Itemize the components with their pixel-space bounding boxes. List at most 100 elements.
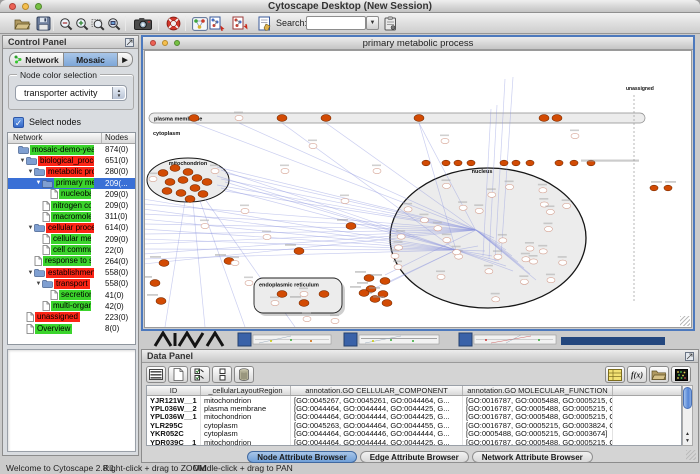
node-count: 223(0) xyxy=(105,313,128,322)
control-panel-tabs: Network Mosaic ▶ xyxy=(9,52,133,67)
tab-overflow-arrow[interactable]: ▶ xyxy=(118,52,133,67)
data-panel-title: Data Panel xyxy=(147,351,193,361)
zoom-selected-button[interactable] xyxy=(104,15,123,32)
tree-column-network[interactable]: Network xyxy=(13,133,42,142)
tree-row[interactable]: ▼biological_process651(0) xyxy=(8,155,135,166)
network-tree-header[interactable]: Network Nodes xyxy=(8,133,135,144)
node-color-selection-label: Node color selection xyxy=(17,70,100,80)
search-dropdown-arrow[interactable]: ▼ xyxy=(366,16,379,30)
tree-row[interactable]: ▼cellular process614(0) xyxy=(8,222,135,233)
node-count: 41(0) xyxy=(105,291,124,300)
tree-row[interactable]: cellular metabol209(0) xyxy=(8,234,135,245)
tree-row[interactable]: nitrogen compo209(0) xyxy=(8,200,135,211)
attribute-table[interactable]: ID _cellularLayoutRegion annotation.GO C… xyxy=(146,385,682,446)
column-header-id[interactable]: ID xyxy=(147,386,201,395)
function-builder-button[interactable]: f(x) xyxy=(627,366,647,383)
tab-mosaic[interactable]: Mosaic xyxy=(64,52,118,67)
tree-row[interactable]: macromolecule311(0) xyxy=(8,211,135,222)
select-nodes-checkbox[interactable]: ✓ xyxy=(13,117,24,128)
main-toolbar: Search: ▼ xyxy=(0,13,700,34)
expander-icon[interactable]: ▼ xyxy=(35,180,42,186)
zoom-in-icon xyxy=(75,17,89,31)
column-header-cellular-component[interactable]: annotation.GO CELLULAR_COMPONENT xyxy=(291,386,463,395)
create-attribute-button[interactable] xyxy=(168,366,188,383)
data-panel-resize-grip[interactable] xyxy=(686,450,696,460)
node-count: 651(0) xyxy=(105,156,128,165)
app-titlebar[interactable]: Cytoscape Desktop (New Session) xyxy=(0,0,700,13)
select-nodes-label: Select nodes xyxy=(29,117,81,127)
expander-icon[interactable]: ▼ xyxy=(27,270,34,276)
expander-icon[interactable]: ▼ xyxy=(27,169,34,175)
table-scrollbar[interactable]: ▲▼ xyxy=(682,385,693,446)
leaf-icon xyxy=(42,212,50,222)
tree-row[interactable]: nucleobase-209(0) xyxy=(8,189,135,200)
float-panel-icon[interactable] xyxy=(125,38,134,47)
birds-eye-view[interactable] xyxy=(7,349,136,452)
network-canvas[interactable]: plasma membrane cytoplasm mitochondrion … xyxy=(144,50,692,328)
control-panel-titlebar[interactable]: Control Panel xyxy=(3,36,138,49)
folder-icon xyxy=(26,156,37,165)
annotation-button[interactable] xyxy=(255,15,274,32)
node-color-selection-group: Node color selection transporter activit… xyxy=(8,74,134,110)
matrix-view-button[interactable] xyxy=(671,366,691,383)
tab-edge-attribute-browser[interactable]: Edge Attribute Browser xyxy=(360,451,469,463)
network-tab-icon xyxy=(14,55,22,64)
tree-row[interactable]: ▼primary metabo209(... xyxy=(8,178,135,189)
help-button[interactable] xyxy=(164,15,183,32)
select-attributes-button[interactable] xyxy=(146,366,166,383)
node-color-dropdown[interactable]: transporter activity ▲▼ xyxy=(15,85,127,101)
scrollbar-arrows[interactable]: ▲▼ xyxy=(683,431,692,445)
attribute-table-header[interactable]: ID _cellularLayoutRegion annotation.GO C… xyxy=(147,386,681,396)
unselect-attributes-button[interactable] xyxy=(212,366,232,383)
network-view-title: primary metabolic process xyxy=(143,38,693,49)
tree-row[interactable]: ▼metabolic process280(0) xyxy=(8,166,135,177)
snapshot-button[interactable] xyxy=(133,15,152,32)
column-header-region[interactable]: _cellularLayoutRegion xyxy=(201,386,291,395)
search-options-button[interactable] xyxy=(381,15,400,32)
svg-text:f(x): f(x) xyxy=(631,371,643,380)
column-header-molecular-function[interactable]: annotation.GO MOLECULAR_FUNCTION xyxy=(463,386,613,395)
tree-row[interactable]: multi-organism pro42(0) xyxy=(8,301,135,312)
expander-icon[interactable]: ▼ xyxy=(19,158,26,164)
node-color-dropdown-value: transporter activity xyxy=(24,88,98,98)
node-count: 209(0) xyxy=(105,235,128,244)
tree-row[interactable]: response to stimulu264(0) xyxy=(8,256,135,267)
select-all-attributes-button[interactable] xyxy=(190,366,210,383)
scrollbar-thumb[interactable] xyxy=(683,387,692,409)
leaf-icon xyxy=(42,234,50,244)
tree-row[interactable]: ▼establishment of lo558(0) xyxy=(8,267,135,278)
compartment-label-cytoplasm: cytoplasm xyxy=(153,131,180,137)
background-scribble xyxy=(155,333,223,346)
tree-node-label: macromolecule xyxy=(51,212,91,222)
expander-icon[interactable]: ▼ xyxy=(35,281,42,287)
search-input[interactable] xyxy=(306,16,366,30)
attribute-editor-button[interactable] xyxy=(605,366,625,383)
network-view-titlebar[interactable]: primary metabolic process xyxy=(143,37,693,50)
delete-attribute-button[interactable] xyxy=(234,366,254,383)
tree-row[interactable]: mosaic-demo-yeast874(0) xyxy=(8,144,135,155)
tab-node-attribute-browser[interactable]: Node Attribute Browser xyxy=(247,451,357,463)
open-session-button[interactable] xyxy=(13,15,32,32)
destroy-network-view-button[interactable] xyxy=(231,15,250,32)
create-network-view-button[interactable] xyxy=(208,15,227,32)
tree-row[interactable]: secretion41(0) xyxy=(8,289,135,300)
data-panel-titlebar[interactable]: Data Panel xyxy=(142,350,698,363)
tab-network-attribute-browser[interactable]: Network Attribute Browser xyxy=(472,451,593,463)
tab-network[interactable]: Network xyxy=(9,52,64,67)
float-data-panel-icon[interactable] xyxy=(685,352,694,361)
import-attributes-button[interactable] xyxy=(649,366,669,383)
tree-column-nodes[interactable]: Nodes xyxy=(105,133,128,142)
layout-network-button[interactable] xyxy=(190,15,209,32)
expander-icon[interactable]: ▼ xyxy=(27,225,34,231)
tree-row[interactable]: Overview8(0) xyxy=(8,323,135,334)
table-row[interactable]: YDR039C__1mitochondrion[GO:0044464, GO:0… xyxy=(147,438,681,446)
save-session-button[interactable] xyxy=(34,15,53,32)
tree-row[interactable]: cell communicat22(0) xyxy=(8,245,135,256)
view-resize-grip[interactable] xyxy=(680,316,690,326)
tree-row[interactable]: unassigned223(0) xyxy=(8,312,135,323)
tree-row[interactable]: ▼transport558(0) xyxy=(8,278,135,289)
leaf-icon xyxy=(42,201,50,211)
control-panel-title: Control Panel xyxy=(8,37,67,47)
folder-icon xyxy=(42,179,53,188)
node-count: 8(0) xyxy=(105,324,119,333)
